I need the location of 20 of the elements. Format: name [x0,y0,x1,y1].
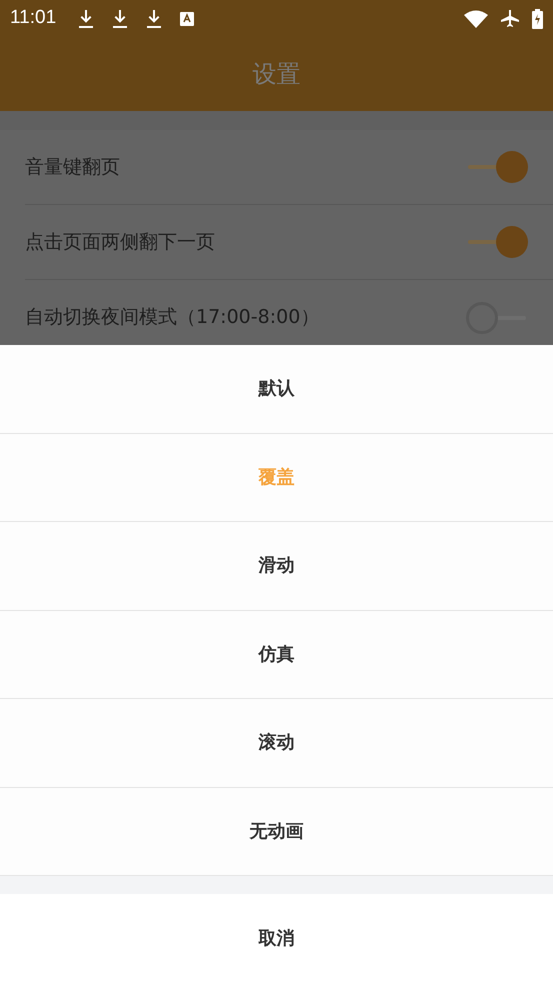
option-item[interactable]: 滑动 [0,522,553,610]
setting-label: 自动切换夜间模式（17:00-8:00） [25,305,320,330]
setting-label: 音量键翻页 [25,154,120,180]
clock: 11:01 [10,6,56,30]
toggle-switch[interactable] [466,226,528,258]
download-icon [112,8,128,28]
setting-label: 点击页面两侧翻下一页 [25,230,215,255]
keyboard-icon [180,12,194,26]
toggle-switch[interactable] [466,151,528,183]
option-item[interactable]: 无动画 [0,788,553,876]
option-item[interactable]: 滚动 [0,699,553,788]
download-icon [146,8,162,28]
option-item[interactable]: 仿真 [0,610,553,699]
battery-icon [532,8,543,28]
cancel-button[interactable]: 取消 [0,894,553,983]
download-icon [78,8,94,28]
airplane-icon [500,8,520,28]
page-title: 设置 [252,59,300,90]
wifi-icon [464,10,488,28]
option-item[interactable]: 默认 [0,345,553,434]
